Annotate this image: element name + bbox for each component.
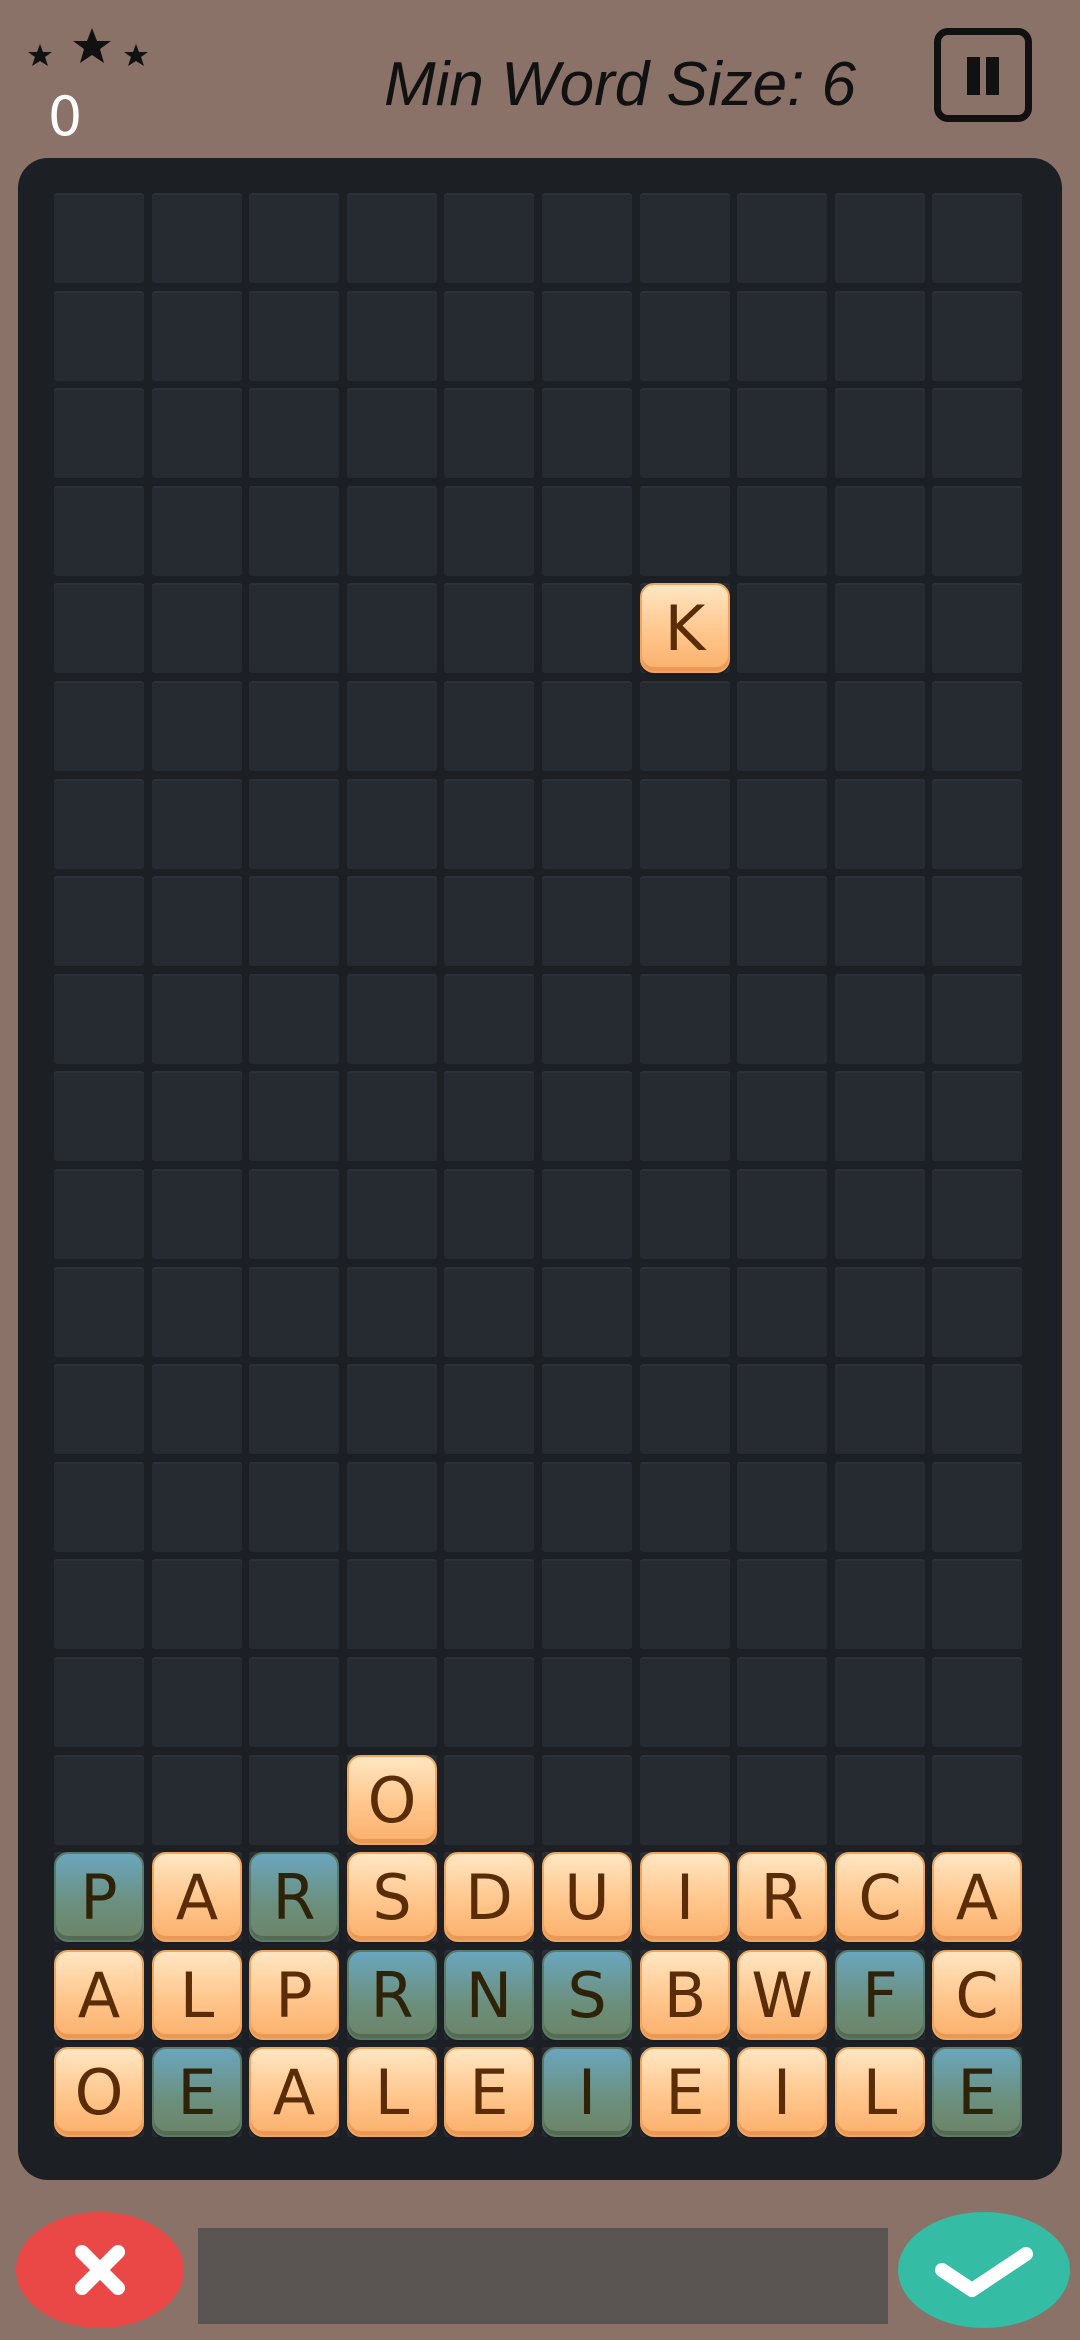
letter-tile[interactable]: O — [347, 1755, 437, 1845]
letter-tile[interactable]: S — [542, 1950, 632, 2040]
letter-tile[interactable]: P — [249, 1950, 339, 2040]
letter-tile[interactable]: F — [835, 1950, 925, 2040]
letter-tile[interactable]: L — [347, 2047, 437, 2137]
letter-tile[interactable]: R — [737, 1852, 827, 1942]
score-value: 0 — [47, 85, 83, 148]
letter-tile[interactable]: U — [542, 1852, 632, 1942]
letter-tile[interactable]: A — [249, 2047, 339, 2137]
letter-tile[interactable]: W — [737, 1950, 827, 2040]
star-icon — [124, 44, 148, 66]
close-icon — [75, 2245, 125, 2295]
letter-tile[interactable]: E — [640, 2047, 730, 2137]
letter-tile[interactable]: N — [444, 1950, 534, 2040]
letter-tile[interactable]: I — [542, 2047, 632, 2137]
pause-button[interactable] — [934, 28, 1032, 122]
letter-tile[interactable]: E — [444, 2047, 534, 2137]
letter-tile[interactable]: R — [249, 1852, 339, 1942]
check-icon — [935, 2247, 1033, 2297]
pause-icon — [967, 57, 980, 95]
letter-tile[interactable]: A — [54, 1950, 144, 2040]
letter-tile[interactable]: S — [347, 1852, 437, 1942]
letter-tile[interactable]: K — [640, 583, 730, 673]
star-icon — [28, 44, 52, 66]
letter-tile[interactable]: C — [932, 1950, 1022, 2040]
letter-tile[interactable]: C — [835, 1852, 925, 1942]
letter-tile[interactable]: P — [54, 1852, 144, 1942]
letter-tile[interactable]: L — [835, 2047, 925, 2137]
letter-tile[interactable]: A — [152, 1852, 242, 1942]
confirm-button[interactable] — [898, 2212, 1070, 2328]
letter-tile[interactable]: O — [54, 2047, 144, 2137]
letter-tile[interactable]: L — [152, 1950, 242, 2040]
letter-tile[interactable]: E — [932, 2047, 1022, 2137]
min-word-size-label: Min Word Size: 6 — [383, 50, 857, 119]
letter-tile[interactable]: R — [347, 1950, 437, 2040]
letter-tile[interactable]: B — [640, 1950, 730, 2040]
letter-tile[interactable]: A — [932, 1852, 1022, 1942]
letter-tile[interactable]: D — [444, 1852, 534, 1942]
game-screen: 0 Min Word Size: 6 KOPARSDUIRCAALPRNSBWF… — [0, 0, 1080, 2340]
star-icon — [73, 28, 111, 63]
letter-tile[interactable]: I — [640, 1852, 730, 1942]
cancel-button[interactable] — [16, 2212, 184, 2328]
stars-rating — [28, 28, 148, 66]
current-word-field — [198, 2228, 888, 2324]
letter-tile[interactable]: E — [152, 2047, 242, 2137]
pause-icon — [986, 57, 999, 95]
letter-tile[interactable]: I — [737, 2047, 827, 2137]
